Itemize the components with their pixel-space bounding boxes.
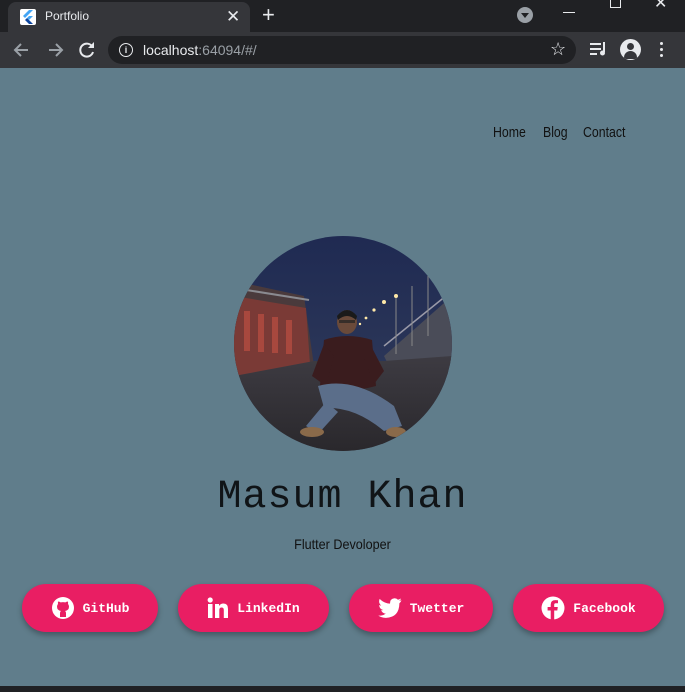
github-button[interactable]: GitHub xyxy=(22,584,158,632)
profile-photo xyxy=(234,236,452,451)
address-bar[interactable]: i localhost:64094/#/ ☆ xyxy=(108,36,576,64)
linkedin-label: LinkedIn xyxy=(237,600,300,616)
minimize-icon[interactable] xyxy=(563,2,575,13)
github-icon xyxy=(51,597,74,619)
url-text: localhost:64094/#/ xyxy=(143,42,257,58)
twitter-icon xyxy=(377,598,402,618)
media-control-icon[interactable] xyxy=(590,41,608,57)
star-icon[interactable]: ☆ xyxy=(550,39,566,59)
back-arrow-icon[interactable] xyxy=(11,39,33,61)
twitter-label: Twetter xyxy=(409,600,465,616)
nav-contact[interactable]: Contact xyxy=(583,124,625,141)
profile-title: Flutter Devoloper xyxy=(294,536,391,552)
window-close-icon[interactable]: ✕ xyxy=(654,0,667,12)
browser-toolbar: i localhost:64094/#/ ☆ xyxy=(0,32,685,68)
twitter-button[interactable]: Twetter xyxy=(349,584,493,632)
tab-search-icon[interactable] xyxy=(517,7,533,23)
nav-home[interactable]: Home xyxy=(493,124,526,141)
profile-name: Masum Khan xyxy=(217,475,468,520)
bottom-overflow-strip xyxy=(0,686,685,692)
facebook-button[interactable]: Facebook xyxy=(513,584,664,632)
facebook-icon xyxy=(541,596,565,620)
menu-dots-icon[interactable] xyxy=(660,42,664,60)
portfolio-page: Home Blog Contact Masum Khan Flutter Dev… xyxy=(0,68,685,692)
close-icon[interactable]: ✕ xyxy=(226,8,240,25)
maximize-icon[interactable] xyxy=(610,0,621,8)
forward-arrow-icon[interactable] xyxy=(44,39,66,61)
browser-tab[interactable]: Portfolio ✕ xyxy=(8,2,250,32)
browser-titlebar: Portfolio ✕ + ✕ xyxy=(0,0,685,32)
profile-icon[interactable] xyxy=(620,39,641,60)
new-tab-icon[interactable]: + xyxy=(262,4,275,26)
nav-blog[interactable]: Blog xyxy=(543,124,568,141)
top-nav: Home Blog Contact xyxy=(493,124,629,141)
tab-title: Portfolio xyxy=(45,9,90,23)
github-label: GitHub xyxy=(82,600,130,616)
flutter-icon xyxy=(20,9,36,25)
reload-icon[interactable] xyxy=(76,39,98,61)
facebook-label: Facebook xyxy=(573,600,636,616)
info-icon[interactable]: i xyxy=(119,43,133,57)
linkedin-button[interactable]: LinkedIn xyxy=(178,584,329,632)
linkedin-icon xyxy=(207,597,229,618)
